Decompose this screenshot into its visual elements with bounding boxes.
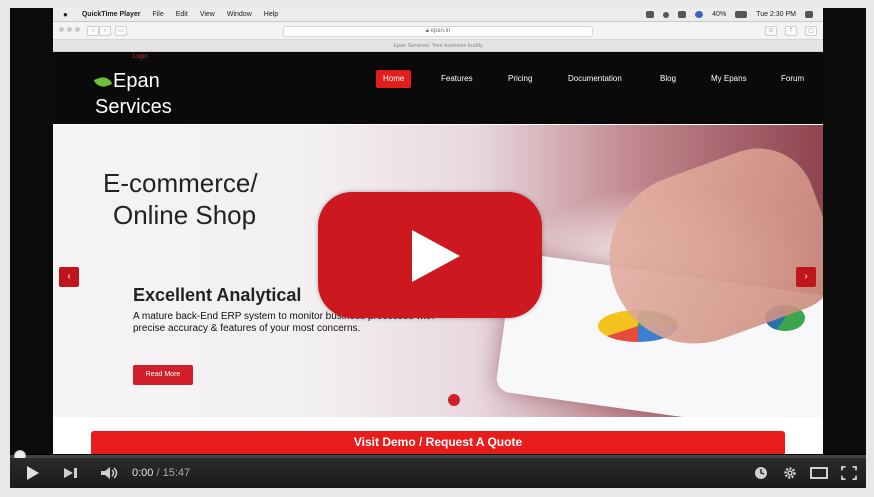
list-icon	[805, 11, 813, 18]
nav-home: Home	[376, 70, 412, 88]
window-controls	[59, 27, 83, 34]
tabs-icon: ▢	[805, 25, 817, 36]
slide-indicator	[448, 394, 460, 406]
next-icon[interactable]	[63, 466, 79, 480]
hero-title: E-commerce/ Online Shop	[103, 167, 258, 231]
hero-title-line2: Online Shop	[113, 200, 257, 230]
player-controls: 0:00 / 15:47	[10, 458, 866, 488]
theater-icon[interactable]	[810, 466, 828, 480]
hero-subtitle: Excellent Analytical	[133, 285, 302, 305]
browser-toolbar: ‹ › ▭ 🔒︎ epan.in ⊙ ⇡ ▢	[53, 22, 823, 40]
address-url: epan.in	[430, 28, 451, 34]
big-play-icon	[412, 230, 460, 282]
big-play-button[interactable]	[318, 192, 542, 318]
forward-icon: ›	[99, 25, 111, 36]
nav-blog: Blog	[660, 74, 677, 83]
logo-line1: Epan	[113, 70, 160, 92]
menubar-item-file: File	[152, 11, 164, 18]
browser-tab: Epan Services: Your business buddy	[53, 40, 823, 52]
user-icon	[695, 11, 704, 18]
play-icon[interactable]	[26, 466, 40, 480]
back-icon: ‹	[87, 25, 99, 36]
nav-documentation: Documentation	[568, 74, 622, 83]
site-logo: Epan Services	[93, 68, 172, 120]
menubar-app-name: QuickTime Player	[81, 11, 141, 18]
visit-demo-bar: Visit Demo / Request A Quote	[91, 431, 785, 454]
mac-menubar: ● QuickTime Player File Edit View Window…	[53, 8, 823, 22]
login-link: Login	[133, 54, 148, 60]
nav-my-epans: My Epans	[711, 74, 747, 83]
menubar-item-window: Window	[226, 11, 252, 18]
nav-features: Features	[441, 74, 473, 83]
nav-forum: Forum	[781, 74, 805, 83]
video-player[interactable]: ● QuickTime Player File Edit View Window…	[10, 8, 866, 488]
address-bar: 🔒︎ epan.in	[283, 26, 593, 37]
settings-icon[interactable]	[782, 466, 798, 480]
volume-icon[interactable]	[100, 466, 120, 480]
battery-level: 40%	[712, 11, 727, 18]
video-frame[interactable]: ● QuickTime Player File Edit View Window…	[10, 8, 866, 454]
nav-pricing: Pricing	[508, 74, 533, 83]
battery-icon	[735, 11, 748, 18]
menubar-clock: Tue 2:30 PM	[756, 11, 796, 18]
leaf-icon	[93, 74, 113, 90]
menubar-item-help: Help	[263, 11, 279, 18]
record-icon	[646, 11, 655, 18]
wifi-icon	[678, 11, 687, 18]
watch-later-icon[interactable]	[754, 466, 768, 480]
menubar-item-edit: Edit	[175, 11, 188, 18]
menubar-item-view: View	[199, 11, 215, 18]
time-display: 0:00 / 15:47	[132, 467, 190, 479]
prev-slide-arrow-icon: ‹	[59, 267, 79, 287]
logo-line2: Services	[95, 96, 172, 118]
duration: 15:47	[162, 467, 191, 479]
hero-title-line1: E-commerce/	[103, 168, 258, 198]
site-header: Login Epan Services Home Features Pricin…	[53, 52, 823, 124]
share-icon: ⇡	[785, 25, 797, 36]
time-separator: /	[156, 467, 160, 479]
fullscreen-icon[interactable]	[840, 466, 858, 480]
current-time: 0:00	[132, 467, 154, 479]
next-slide-arrow-icon: ›	[796, 267, 816, 287]
apple-icon: ●	[63, 10, 68, 19]
tab-title: Epan Services: Your business buddy	[393, 43, 483, 49]
sidebar-icon: ▭	[115, 25, 127, 36]
search-icon	[663, 11, 670, 18]
read-more-button: Read More	[133, 365, 193, 385]
download-icon: ⊙	[765, 25, 777, 36]
